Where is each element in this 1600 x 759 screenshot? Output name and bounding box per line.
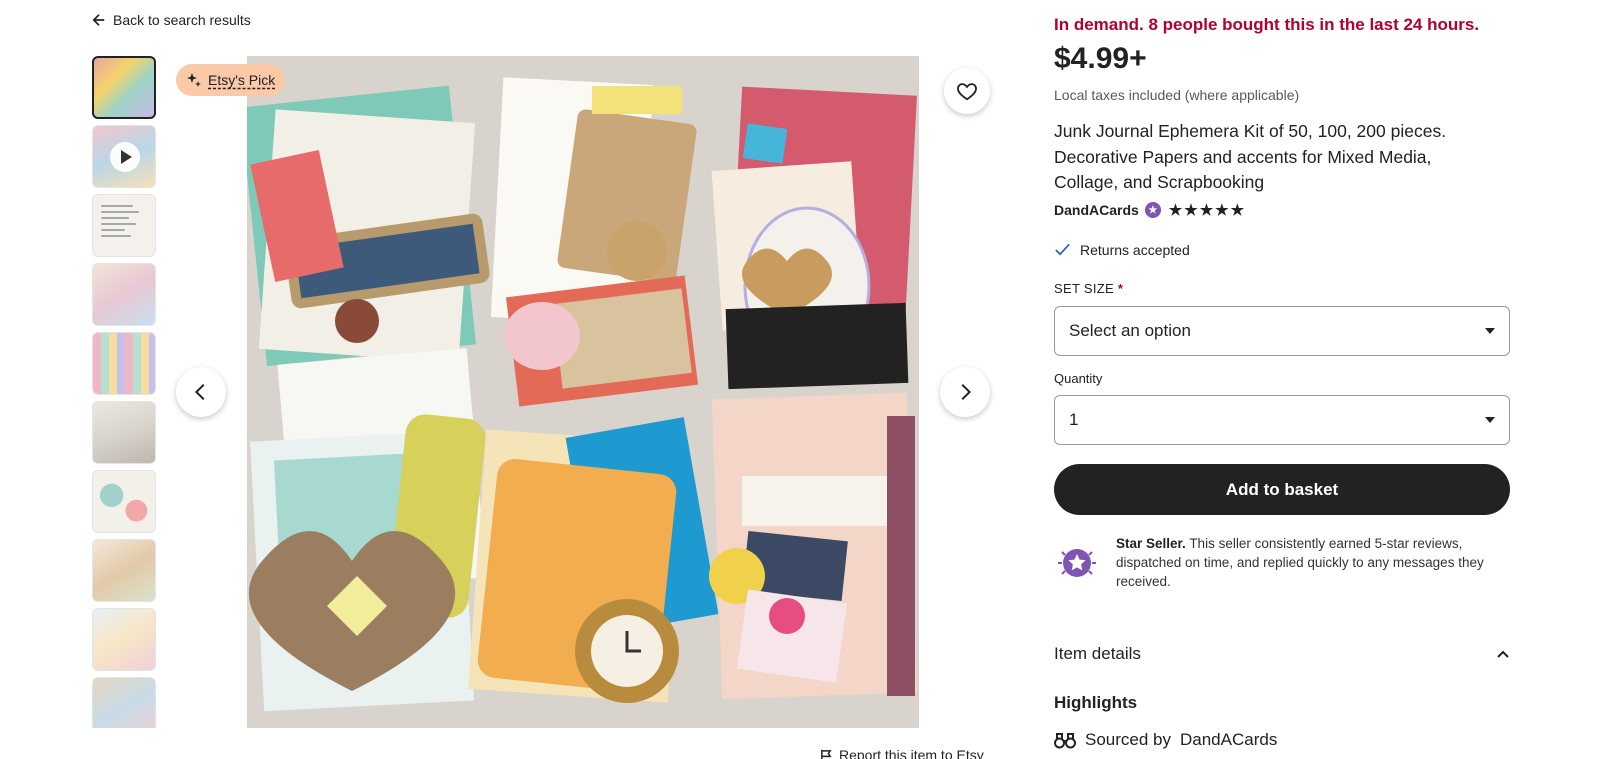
thumbnail-7[interactable]	[92, 470, 156, 533]
thumbnail-5[interactable]	[92, 332, 156, 395]
star-seller-info: Star Seller. This seller consistently ea…	[1054, 534, 1510, 591]
sourced-by-row: Sourced by DandACards	[1054, 730, 1277, 750]
next-image-button[interactable]	[940, 367, 990, 417]
checkmark-icon	[1055, 243, 1070, 256]
ephemera-collage-image	[247, 56, 919, 728]
set-size-label: SET SIZE *	[1054, 281, 1123, 296]
star-seller-title: Star Seller.	[1116, 536, 1186, 551]
thumbnail-6[interactable]	[92, 401, 156, 464]
quantity-select[interactable]: 1	[1054, 395, 1510, 445]
item-details-label: Item details	[1054, 644, 1141, 663]
back-link-label: Back to search results	[113, 12, 251, 28]
star-seller-text: Star Seller. This seller consistently ea…	[1116, 534, 1510, 591]
star-seller-badge-icon: ★	[1144, 202, 1161, 218]
rating-stars[interactable]: ★ ★ ★ ★ ★	[1169, 203, 1244, 218]
back-to-search-link[interactable]: Back to search results	[92, 12, 251, 28]
demand-notice: In demand. 8 people bought this in the l…	[1054, 15, 1480, 34]
caret-down-icon	[1485, 417, 1495, 423]
main-product-image[interactable]	[247, 56, 919, 728]
item-details-toggle[interactable]: Item details	[1054, 644, 1510, 664]
shop-name-link[interactable]: DandACards	[1054, 202, 1139, 218]
quantity-label: Quantity	[1054, 371, 1103, 386]
favorite-button[interactable]	[944, 68, 990, 114]
chevron-left-icon	[194, 383, 205, 401]
report-item-link[interactable]: Report this item to Etsy	[820, 747, 984, 759]
price: $4.99+	[1054, 42, 1147, 75]
sourced-shop-link[interactable]: DandACards	[1180, 730, 1277, 750]
set-size-value: Select an option	[1069, 321, 1191, 340]
thumbnail-9[interactable]	[92, 608, 156, 671]
etsys-pick-label: Etsy's Pick	[208, 72, 276, 88]
heart-icon	[957, 83, 977, 101]
arrow-left-icon	[92, 14, 105, 26]
star-icon: ★	[1184, 201, 1198, 219]
set-size-label-text: SET SIZE	[1054, 281, 1114, 296]
flag-icon	[821, 749, 832, 759]
star-icon: ★	[1215, 201, 1229, 219]
star-icon: ★	[1230, 201, 1245, 219]
taxes-note: Local taxes included (where applicable)	[1054, 87, 1300, 103]
thumbnail-4[interactable]	[92, 263, 156, 326]
quantity-value: 1	[1069, 410, 1079, 429]
set-size-select[interactable]: Select an option	[1054, 306, 1510, 356]
star-icon: ★	[1168, 201, 1183, 219]
required-marker: *	[1117, 281, 1124, 296]
chevron-right-icon	[961, 383, 972, 401]
product-title: Junk Journal Ephemera Kit of 50, 100, 20…	[1054, 121, 1447, 192]
sparkle-icon	[187, 73, 201, 87]
thumbnail-8[interactable]	[92, 539, 156, 602]
returns-label: Returns accepted	[1080, 241, 1190, 258]
thumbnail-2-video[interactable]	[92, 125, 156, 188]
star-icon: ★	[1199, 201, 1214, 219]
caret-down-icon	[1485, 328, 1495, 334]
sourced-prefix: Sourced by	[1085, 730, 1171, 749]
shop-row: DandACards ★ ★ ★ ★ ★ ★	[1054, 202, 1244, 218]
thumbnail-10[interactable]	[92, 677, 156, 728]
returns-accepted: Returns accepted	[1054, 241, 1190, 258]
star-seller-icon	[1058, 549, 1096, 577]
chevron-up-icon	[1497, 650, 1509, 658]
add-to-basket-button[interactable]: Add to basket	[1054, 464, 1510, 515]
etsys-pick-badge[interactable]: Etsy's Pick	[176, 64, 286, 96]
play-icon	[110, 142, 140, 172]
report-label: Report this item to Etsy	[839, 747, 984, 759]
highlights-heading: Highlights	[1054, 693, 1138, 712]
thumbnail-strip	[92, 56, 156, 728]
thumbnail-1[interactable]	[92, 56, 156, 119]
thumbnail-3[interactable]	[92, 194, 156, 257]
binoculars-icon	[1054, 733, 1076, 749]
previous-image-button[interactable]	[176, 367, 226, 417]
